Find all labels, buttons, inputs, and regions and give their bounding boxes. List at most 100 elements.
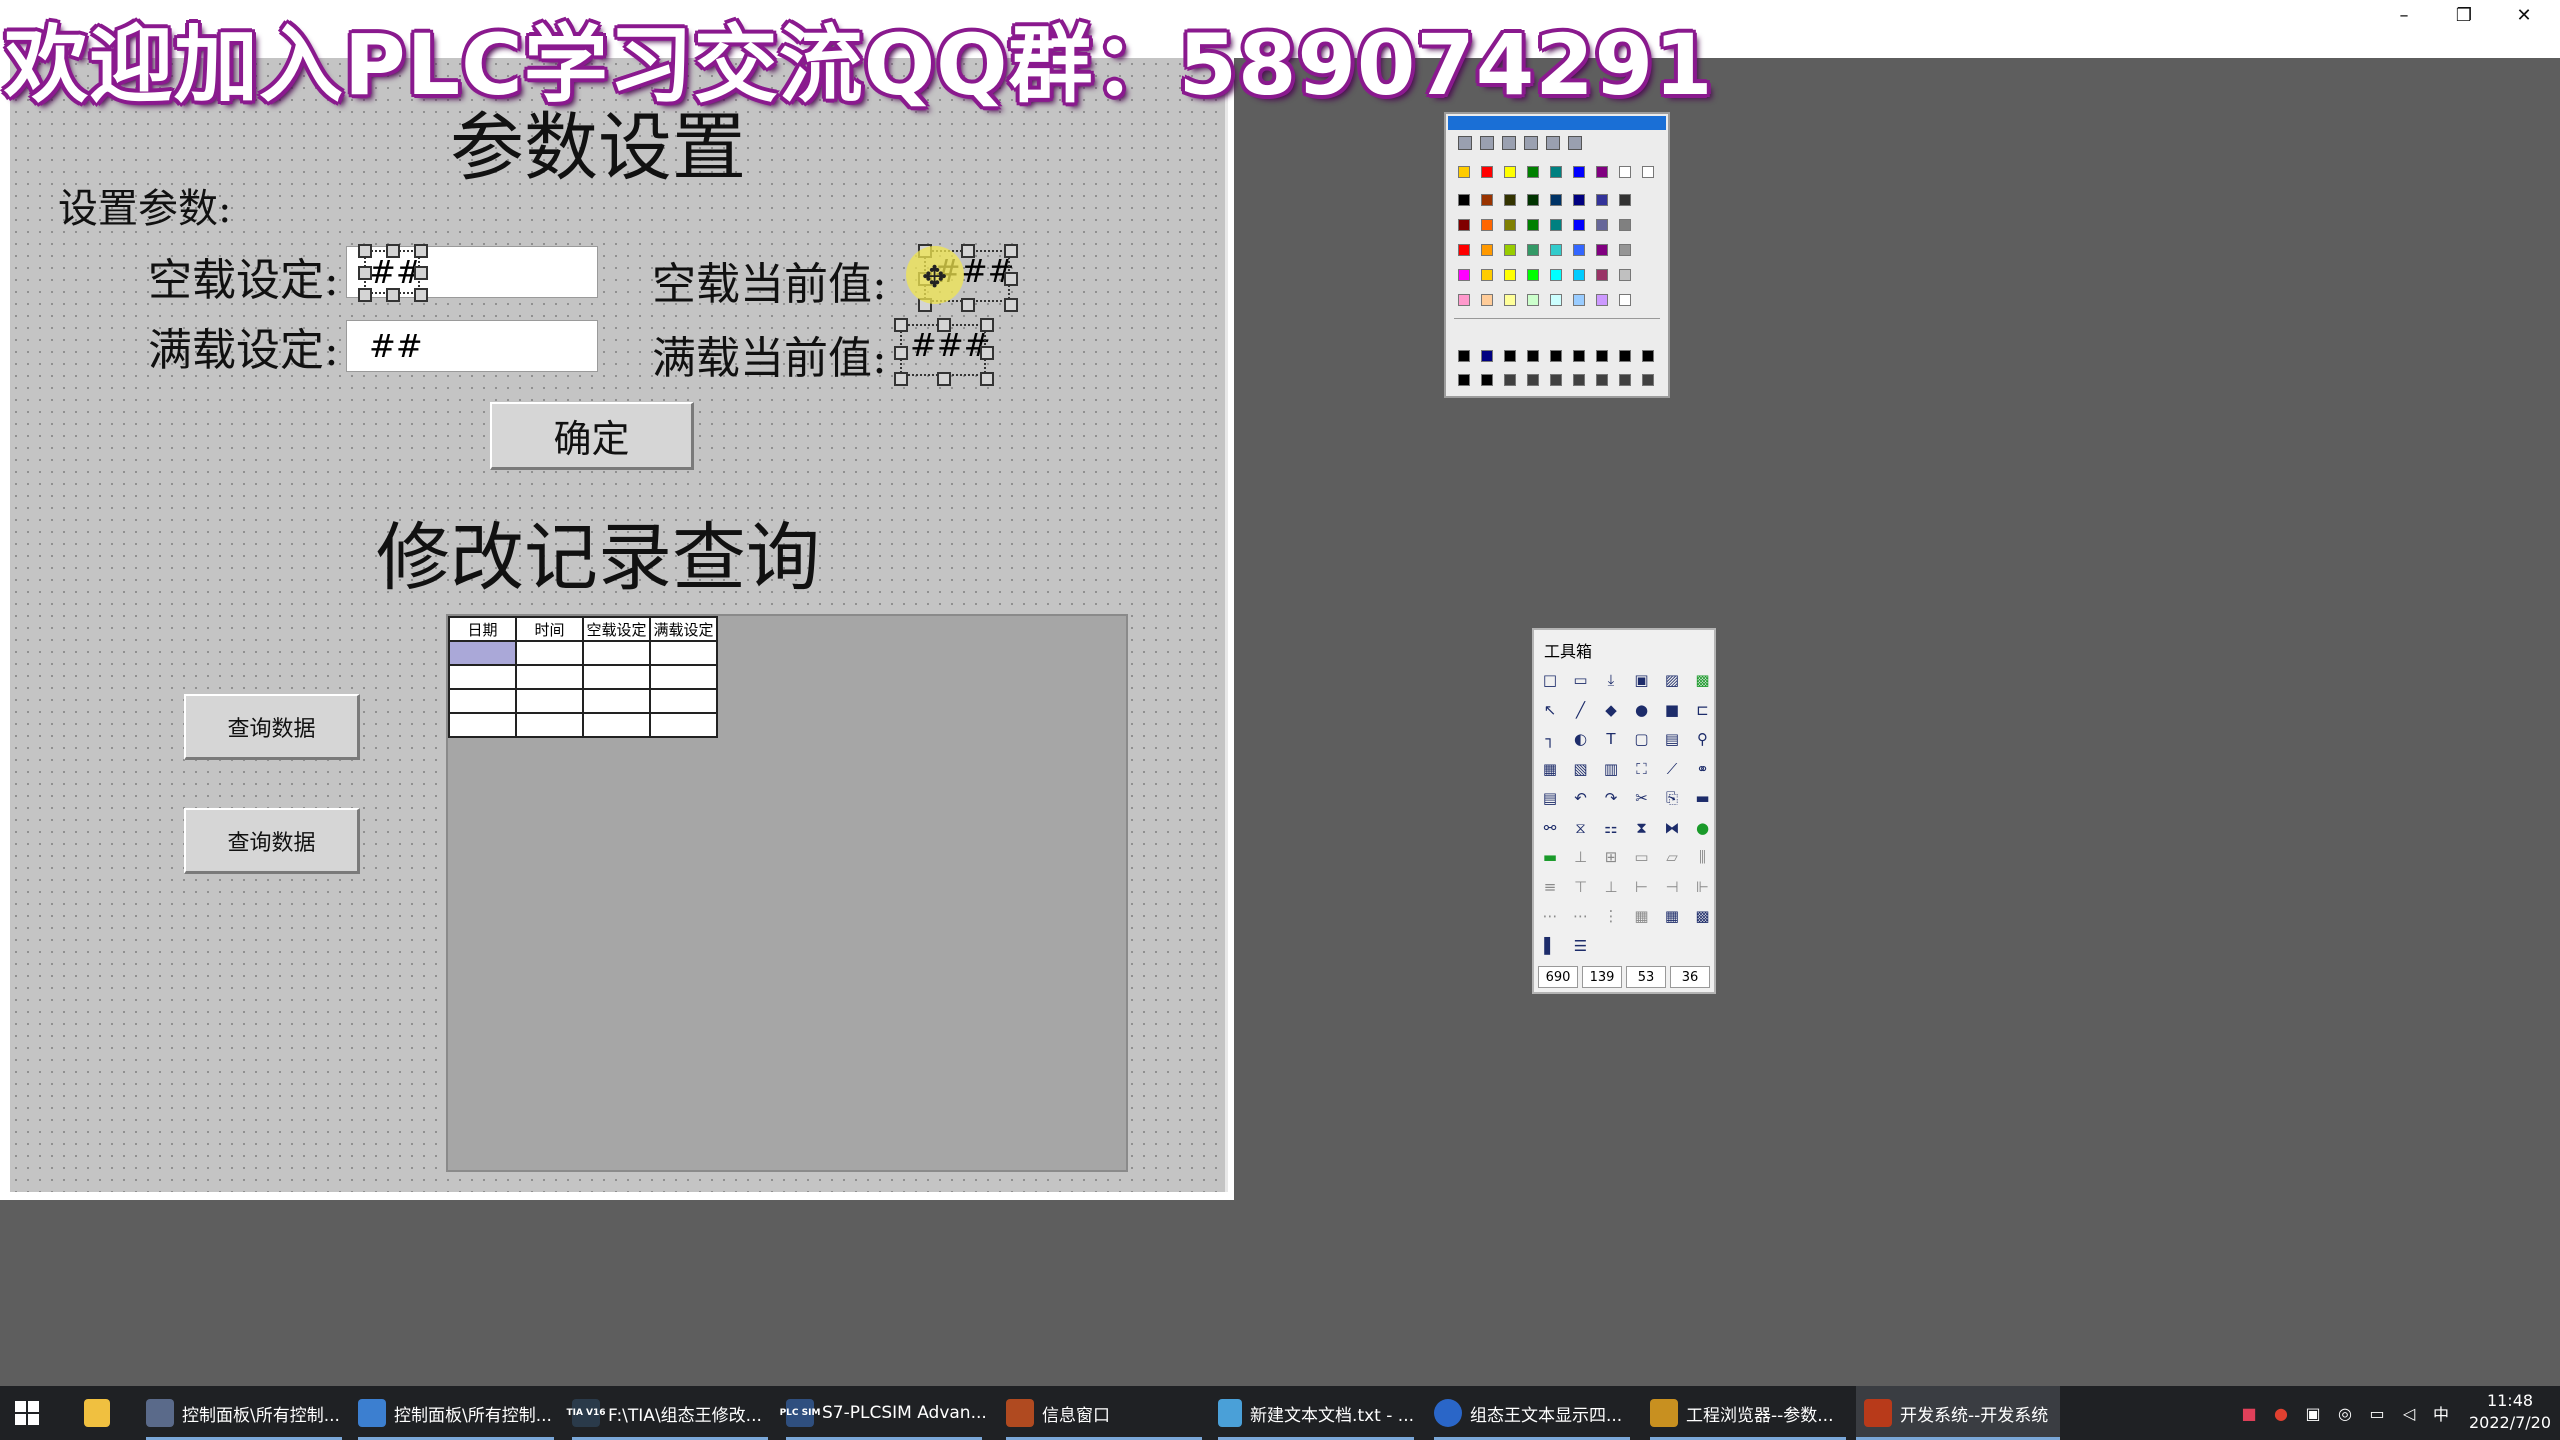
network-icon[interactable]: ▭ [2366,1402,2388,1424]
table-cell[interactable] [582,664,651,690]
query-data-button-2[interactable]: 查询数据 [184,808,360,874]
color-swatch[interactable] [1481,244,1493,256]
full-load-input[interactable]: ## [346,320,598,372]
restore-button[interactable]: ❐ [2434,0,2494,30]
ungroup-icon[interactable]: ⧖ [1571,818,1591,838]
plc-tray-icon[interactable]: ▣ [2302,1402,2324,1424]
rect-icon[interactable]: ■ [1662,700,1682,720]
custom-color-swatch[interactable] [1527,350,1539,362]
ellipse-icon[interactable]: ◆ [1601,700,1621,720]
color-swatch[interactable] [1458,244,1470,256]
custom-color-swatch[interactable] [1619,374,1631,386]
custom-color-swatch[interactable] [1504,374,1516,386]
color-swatch[interactable] [1527,269,1539,281]
align-left-icon[interactable]: ⊢ [1632,877,1652,897]
polyline-icon[interactable]: ⊏ [1693,700,1713,720]
color-swatch[interactable] [1596,294,1608,306]
gauge-icon[interactable]: ⚲ [1693,729,1713,749]
copy-style-icon[interactable]: ▱ [1662,847,1682,867]
color-swatch[interactable] [1619,244,1631,256]
palette-tool-icon[interactable] [1502,136,1516,150]
color-swatch[interactable] [1573,269,1585,281]
back-icon[interactable]: ⊥ [1571,847,1591,867]
color-swatch[interactable] [1481,219,1493,231]
pipe-icon[interactable]: ┐ [1540,729,1560,749]
link-icon[interactable]: ⚭ [1693,759,1713,779]
line-icon[interactable]: ╱ [1571,700,1591,720]
color-swatch[interactable] [1550,269,1562,281]
align-top-icon[interactable]: ≡ [1540,877,1560,897]
column-header-full-load[interactable]: 满载设定 [649,616,718,642]
table-cell[interactable] [582,640,651,666]
table-cell[interactable] [515,640,584,666]
custom-color-swatch[interactable] [1458,350,1470,362]
color-swatch[interactable] [1504,194,1516,206]
table-cell[interactable] [582,712,651,738]
file-explorer-button[interactable] [84,1386,118,1440]
custom-color-swatch[interactable] [1481,374,1493,386]
table-cell[interactable] [649,664,718,690]
start-button[interactable] [14,1386,48,1440]
taskbar-item-control-panel-2[interactable]: 控制面板\所有控制... [358,1386,554,1440]
new-icon[interactable]: □ [1540,670,1560,690]
color-swatch[interactable] [1550,219,1562,231]
table-cell[interactable] [515,688,584,714]
color-swatch[interactable] [1596,244,1608,256]
palette-tool-icon[interactable] [1568,136,1582,150]
table-cell[interactable] [515,664,584,690]
trend-icon[interactable]: ⟋ [1662,759,1682,779]
qq-icon[interactable]: ● [2270,1402,2292,1424]
merge-icon[interactable]: ⚏ [1601,818,1621,838]
color-swatch[interactable] [1596,219,1608,231]
front-icon[interactable]: ▬ [1540,847,1560,867]
custom-color-swatch[interactable] [1573,374,1585,386]
table-cell[interactable] [448,712,517,738]
taskbar-item-tia[interactable]: TIA V16 F:\TIA\组态王修改... [566,1386,768,1440]
align-icon[interactable]: ⧗ [1632,818,1652,838]
circle-icon[interactable]: ● [1632,700,1652,720]
custom-color-swatch[interactable] [1550,374,1562,386]
quick-color-swatch[interactable] [1642,166,1654,178]
layer-icon[interactable]: ⊞ [1601,847,1621,867]
button-icon[interactable]: ▤ [1662,729,1682,749]
custom-color-swatch[interactable] [1619,350,1631,362]
palette-caption[interactable] [1448,116,1666,130]
color-swatch[interactable] [1573,244,1585,256]
color-swatch[interactable] [1550,244,1562,256]
table-cell[interactable] [448,664,517,690]
quick-color-swatch[interactable] [1619,166,1631,178]
color-swatch[interactable] [1504,269,1516,281]
bitmap-icon[interactable]: ▤ [1540,788,1560,808]
color-swatch[interactable] [1504,219,1516,231]
table-row[interactable] [448,712,718,738]
text-icon[interactable]: T [1601,729,1621,749]
quick-color-swatch[interactable] [1504,166,1516,178]
table-cell[interactable] [649,640,718,666]
toolbox-window[interactable]: 工具箱 □ ▭ ⤓ ▣ ▨ ▩ ↖ ╱ ◆ ● ■ ⊏ ┐ ◐ T ▢ ▤ ⚲ ▦ ▧ ▥ ⛶ ⟋ ⚭ ▤ ↶ ↷ ✂ ⎘ ▬ ⚯ ⧖ ⚏ ⧗ ⧓ ●… [1532,628,1716,994]
quick-color-swatch[interactable] [1573,166,1585,178]
custom-color-swatch[interactable] [1596,350,1608,362]
custom-color-swatch[interactable] [1573,350,1585,362]
column-header-time[interactable]: 时间 [515,616,584,642]
vdots-icon[interactable]: ⋮ [1601,906,1621,926]
cut-icon[interactable]: ✂ [1632,788,1652,808]
color-swatch[interactable] [1527,294,1539,306]
save-icon[interactable]: ▣ [1632,670,1652,690]
color-swatch[interactable] [1458,269,1470,281]
line-style-icon[interactable]: ☰ [1571,936,1591,956]
color-palette-window[interactable] [1444,112,1670,398]
column-header-date[interactable]: 日期 [448,616,517,642]
color-swatch[interactable] [1458,294,1470,306]
minimize-button[interactable]: – [2374,0,2434,30]
taskbar-item-info-window[interactable]: 信息窗口 [1006,1386,1202,1440]
color-swatch[interactable] [1619,269,1631,281]
color-grid-icon[interactable]: ▩ [1693,906,1713,926]
quick-color-swatch[interactable] [1527,166,1539,178]
color-swatch[interactable] [1481,294,1493,306]
hspace-icon[interactable]: ⋯ [1540,906,1560,926]
spacing-icon[interactable]: ⫼ [1693,847,1713,867]
custom-color-swatch[interactable] [1550,350,1562,362]
taskbar-item-control-panel-1[interactable]: 控制面板\所有控制... [146,1386,342,1440]
palette-tool-icon[interactable] [1458,136,1472,150]
control-icon[interactable]: ▥ [1601,759,1621,779]
